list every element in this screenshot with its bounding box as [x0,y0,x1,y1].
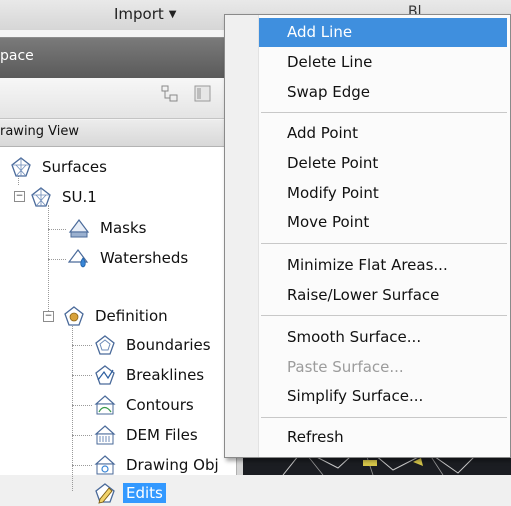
tree-connector [48,229,66,230]
list-view-icon[interactable] [193,85,213,103]
menu-item-swap-edge[interactable]: Swap Edge [259,78,507,107]
panel-title: pace [0,48,34,64]
drawing-objects-icon [94,455,116,475]
tree-node-boundaries[interactable]: Boundaries [94,332,214,358]
tree-node-label: Contours [126,396,194,414]
menu-separator [261,112,507,113]
tree-node-masks[interactable]: Masks [68,215,149,241]
edits-icon [95,483,115,504]
tree-view-label: rawing View [0,124,80,139]
tree-node-edits[interactable]: Edits [94,480,166,506]
tree-node-watersheds[interactable]: Watersheds [68,245,191,271]
menu-item-smooth-surface[interactable]: Smooth Surface... [259,323,507,352]
panel-toolbar [0,78,243,119]
menu-separator [261,243,507,244]
tree-connector [72,345,92,346]
tree-node-contours[interactable]: Contours [94,392,197,418]
collapse-toggle-su1[interactable]: − [14,191,25,202]
menu-item-modify-point[interactable]: Modify Point [259,179,507,208]
tree-node-label: Surfaces [42,158,107,176]
item-view-icon[interactable] [160,85,180,103]
tree-node-label: Masks [100,219,147,237]
prospector-tree: − − Surfaces SU.1 Masks Watersheds Defin… [0,147,243,504]
tree-node-label: Watersheds [100,249,189,267]
tree-node-label: DEM Files [126,426,198,444]
tree-node-label: Boundaries [126,336,211,354]
collapse-toggle-definition[interactable]: − [43,311,54,322]
menu-item-add-line[interactable]: Add Line [259,18,507,47]
tree-node-label: Drawing Obj [126,456,219,474]
tree-node-label: Definition [95,307,168,325]
import-label: Import [114,5,164,23]
tree-node-breaklines[interactable]: Breaklines [94,362,207,388]
menu-item-delete-line[interactable]: Delete Line [259,48,507,77]
menu-item-move-point[interactable]: Move Point [259,208,507,237]
tree-node-label: Edits [123,483,166,503]
tree-node-su1[interactable]: SU.1 [30,184,100,210]
menu-item-delete-point[interactable]: Delete Point [259,149,507,178]
context-menu: Add Line Delete Line Swap Edge Add Point… [224,14,511,458]
chevron-down-icon: ▼ [168,9,177,20]
menu-item-paste-surface: Paste Surface... [287,358,404,376]
tree-connector [48,205,49,315]
menu-item-add-point[interactable]: Add Point [259,119,507,148]
tree-node-dem-files[interactable]: DEM Files [94,422,201,448]
masks-icon [68,219,90,238]
tree-node-label: SU.1 [62,188,97,206]
menu-item-refresh[interactable]: Refresh [259,423,507,452]
menu-item-simplify-surface[interactable]: Simplify Surface... [259,382,507,411]
tree-connector [72,465,92,466]
breaklines-icon [95,365,115,385]
menu-item-minimize-flat-areas[interactable]: Minimize Flat Areas... [259,251,507,280]
menu-item-raise-lower-surface[interactable]: Raise/Lower Surface [259,281,507,310]
tree-node-surfaces[interactable]: Surfaces [10,154,110,180]
menu-separator [261,315,507,316]
panel-titlebar[interactable]: pace [0,37,243,79]
boundaries-icon [95,335,115,355]
import-dropdown[interactable]: Import ▼ [114,5,177,23]
tree-connector [72,405,92,406]
menu-separator [261,417,507,418]
prospector-panel: pace rawing View − − Surfaces SU.1 Masks… [0,30,244,504]
tree-node-drawing-objects[interactable]: Drawing Obj [94,452,222,478]
watersheds-icon [68,249,89,268]
tree-connector [48,259,66,260]
surface-icon [31,187,51,207]
dem-files-icon [94,425,116,445]
menu-icon-gutter [225,15,259,457]
tree-node-definition[interactable]: Definition [63,303,171,329]
tree-node-label: Breaklines [126,366,205,384]
tree-connector [72,375,92,376]
tree-view-selector[interactable]: rawing View [0,120,243,147]
surfaces-icon [11,157,31,177]
contours-icon [94,395,116,415]
tree-connector [72,435,92,436]
definition-icon [64,306,84,326]
